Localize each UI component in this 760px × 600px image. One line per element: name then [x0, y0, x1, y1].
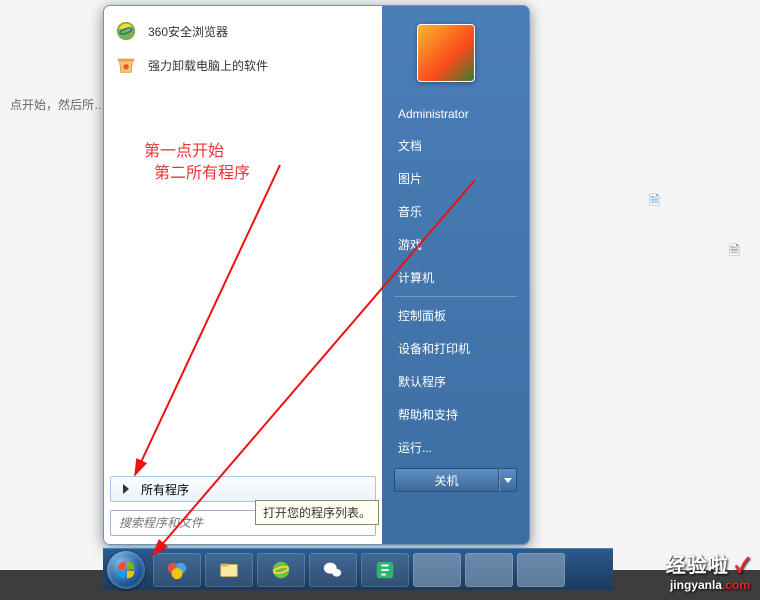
right-item-control-panel[interactable]: 控制面板 [382, 301, 529, 330]
right-item-help[interactable]: 帮助和支持 [382, 400, 529, 429]
pinned-label: 强力卸载电脑上的软件 [148, 57, 268, 74]
taskbar-item-wps[interactable] [361, 553, 409, 587]
taskbar-item-browser[interactable] [153, 553, 201, 587]
taskbar-item-explorer[interactable] [205, 553, 253, 587]
trash-icon [114, 53, 138, 77]
right-item-music[interactable]: 音乐 [382, 197, 529, 226]
taskbar-item-generic[interactable] [465, 553, 513, 587]
pinned-programs-list: 360安全浏览器 强力卸载电脑上的软件 [104, 6, 382, 82]
right-item-pictures[interactable]: 图片 [382, 164, 529, 193]
pinned-item-uninstall[interactable]: 强力卸载电脑上的软件 [104, 48, 382, 82]
shutdown-group: 关机 [394, 468, 517, 492]
taskbar [103, 548, 613, 590]
watermark-brand: 经验啦 [666, 555, 729, 577]
right-item-devices[interactable]: 设备和打印机 [382, 334, 529, 363]
start-menu: 360安全浏览器 强力卸载电脑上的软件 第一点开始 第二所有程序 所有程序 Ad… [103, 5, 530, 545]
taskbar-item-generic[interactable] [413, 553, 461, 587]
user-avatar[interactable] [417, 24, 475, 82]
right-item-games[interactable]: 游戏 [382, 230, 529, 259]
chevron-down-icon [504, 478, 512, 483]
check-icon: ✓ [735, 555, 750, 577]
triangle-right-icon [123, 484, 129, 494]
start-menu-left-panel: 360安全浏览器 强力卸载电脑上的软件 第一点开始 第二所有程序 所有程序 [104, 6, 382, 544]
all-programs-label: 所有程序 [141, 481, 189, 498]
annotation-line1: 第一点开始 [144, 141, 250, 163]
all-programs-button[interactable]: 所有程序 [110, 476, 376, 502]
background-instruction: 点开始，然后所… [10, 96, 106, 113]
right-item-default-programs[interactable]: 默认程序 [382, 367, 529, 396]
taskbar-item-ie[interactable] [257, 553, 305, 587]
shutdown-options-arrow[interactable] [499, 468, 517, 492]
watermark-domain-suffix: .com [722, 578, 750, 592]
right-item-run[interactable]: 运行... [382, 433, 529, 462]
file-icon: 🗎 [649, 190, 660, 214]
pinned-label: 360安全浏览器 [148, 23, 228, 40]
start-menu-right-panel: Administrator 文档 图片 音乐 游戏 计算机 控制面板 设备和打印… [382, 6, 529, 544]
right-item-documents[interactable]: 文档 [382, 131, 529, 160]
watermark: 经验啦 ✓ jingyanla.com [666, 549, 750, 592]
tooltip: 打开您的程序列表。 [255, 500, 379, 525]
user-name[interactable]: Administrator [382, 101, 529, 127]
watermark-domain-prefix: jingyanla [670, 578, 722, 592]
shutdown-button[interactable]: 关机 [394, 468, 499, 492]
taskbar-item-wechat[interactable] [309, 553, 357, 587]
right-item-computer[interactable]: 计算机 [382, 263, 529, 292]
taskbar-item-generic[interactable] [517, 553, 565, 587]
pinned-item-360browser[interactable]: 360安全浏览器 [104, 14, 382, 48]
start-button[interactable] [107, 551, 145, 589]
annotation-line2: 第二所有程序 [154, 163, 250, 185]
annotation-text: 第一点开始 第二所有程序 [144, 141, 250, 186]
file-icon-dim: 🗎 [729, 240, 740, 264]
ie-360-icon [114, 19, 138, 43]
separator [394, 296, 517, 297]
